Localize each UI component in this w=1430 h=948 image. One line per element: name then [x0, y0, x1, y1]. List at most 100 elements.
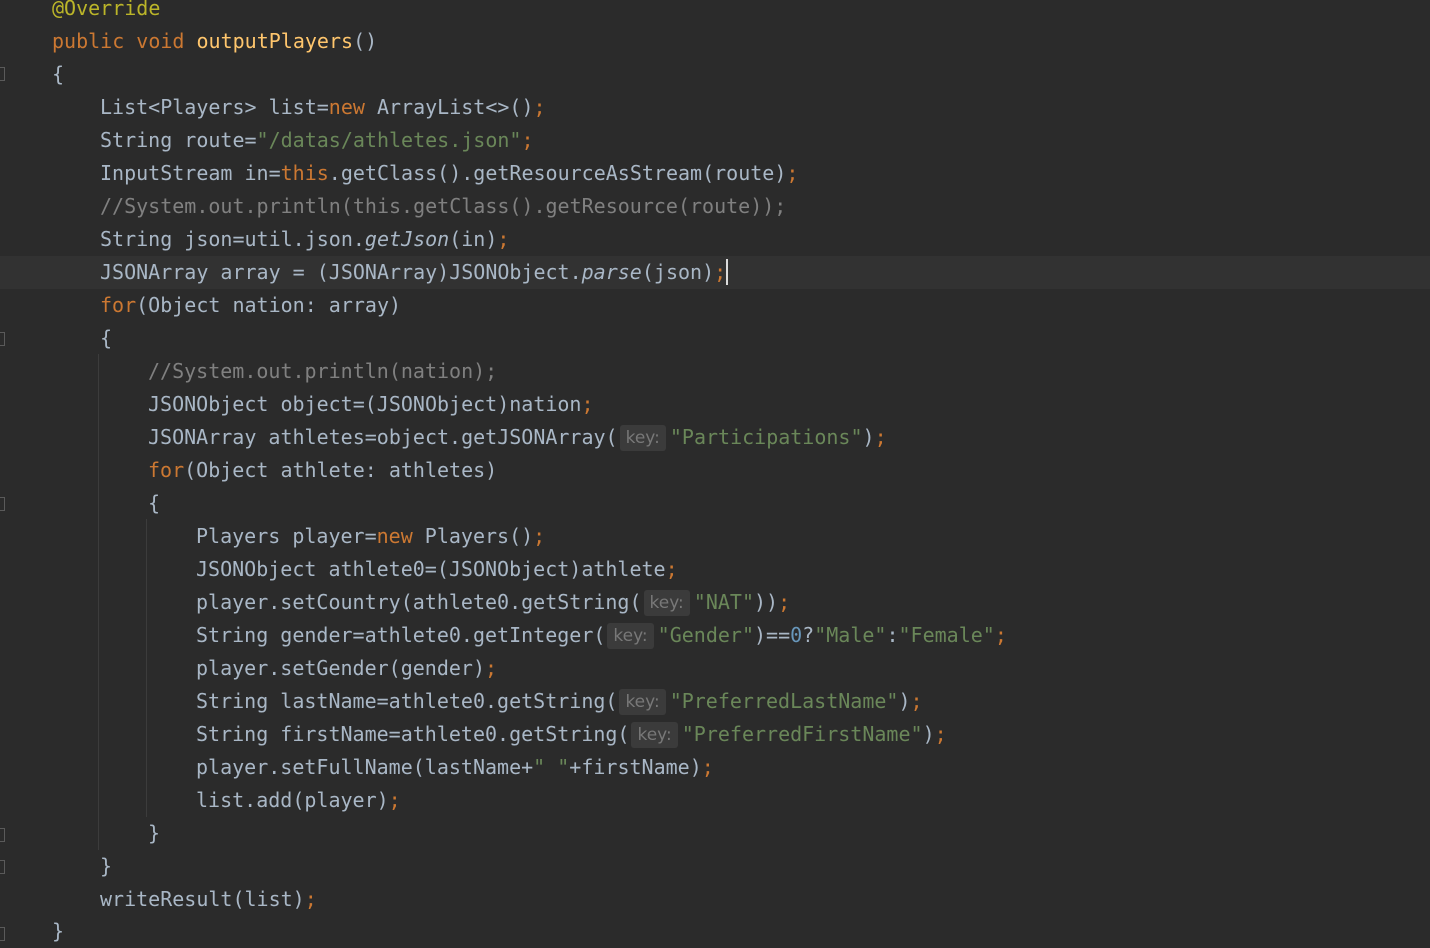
method-name: outputPlayers: [196, 29, 354, 53]
text-caret: [726, 259, 729, 285]
code-text: String lastName=athlete0.getString(: [196, 689, 618, 713]
semicolon: ;: [910, 689, 923, 713]
code-line[interactable]: Players player=new Players();: [0, 520, 1430, 553]
open-brace: {: [148, 491, 161, 515]
code-line[interactable]: }: [0, 915, 1430, 948]
code-text: player.setCountry(athlete0.getString(: [196, 590, 642, 614]
comment: //System.out.println(nation);: [148, 359, 498, 383]
code-line[interactable]: String lastName=athlete0.getString(key: "…: [0, 685, 1430, 718]
keyword: public: [52, 29, 125, 53]
open-brace: {: [52, 62, 65, 86]
keyword: for: [100, 293, 137, 317]
parameter-hint: key:: [643, 590, 690, 616]
parameter-hint: key:: [607, 623, 654, 649]
code-text: :: [886, 623, 899, 647]
close-brace: }: [148, 821, 161, 845]
static-method-call: parse: [581, 260, 642, 284]
code-line[interactable]: JSONArray athletes=object.getJSONArray(k…: [0, 421, 1430, 454]
code-line[interactable]: player.setGender(gender);: [0, 652, 1430, 685]
semicolon: ;: [581, 392, 594, 416]
code-line[interactable]: String json=util.json.getJson(in);: [0, 223, 1430, 256]
code-line[interactable]: }: [0, 817, 1430, 850]
string-literal: "Female": [898, 623, 995, 647]
semicolon: ;: [701, 755, 714, 779]
semicolon: ;: [497, 227, 510, 251]
semicolon: ;: [533, 524, 546, 548]
code-line[interactable]: InputStream in=this.getClass().getResour…: [0, 157, 1430, 190]
semicolon: ;: [521, 128, 534, 152]
code-line[interactable]: public void outputPlayers(): [0, 25, 1430, 58]
code-text: (json): [641, 260, 715, 284]
code-text: JSONObject object=(JSONObject)nation: [148, 392, 582, 416]
code-text: JSONArray athletes=object.getJSONArray(: [148, 425, 618, 449]
code-line[interactable]: {: [0, 487, 1430, 520]
code-text: ): [898, 689, 911, 713]
code-editor[interactable]: @Override public void outputPlayers() { …: [0, 0, 1430, 948]
semicolon: ;: [874, 425, 887, 449]
code-text: String gender=athlete0.getInteger(: [196, 623, 606, 647]
code-text: String firstName=athlete0.getString(: [196, 722, 630, 746]
code-line[interactable]: {: [0, 322, 1430, 355]
number-literal: 0: [790, 623, 803, 647]
keyword: new: [328, 95, 365, 119]
code-line[interactable]: String route="/datas/athletes.json";: [0, 124, 1430, 157]
code-line[interactable]: for(Object nation: array): [0, 289, 1430, 322]
code-text: InputStream in=: [100, 161, 281, 185]
code-text: String route=: [100, 128, 257, 152]
parameter-hint: key:: [619, 425, 666, 451]
string-literal: "Gender": [657, 623, 754, 647]
code-text: (): [353, 29, 378, 53]
code-line[interactable]: String gender=athlete0.getInteger(key: "G…: [0, 619, 1430, 652]
semicolon: ;: [778, 590, 791, 614]
code-text: ?: [802, 623, 815, 647]
code-line[interactable]: writeResult(list);: [0, 883, 1430, 916]
code-text: +firstName): [569, 755, 702, 779]
code-line[interactable]: }: [0, 850, 1430, 883]
code-text: list.add(player): [196, 788, 389, 812]
semicolon: ;: [533, 95, 546, 119]
code-line[interactable]: //System.out.println(nation);: [0, 355, 1430, 388]
code-line[interactable]: //System.out.println(this.getClass().get…: [0, 190, 1430, 223]
semicolon: ;: [665, 557, 678, 581]
code-text: JSONArray array = (JSONArray)JSONObject.: [100, 260, 582, 284]
static-method-call: getJson: [364, 227, 450, 251]
code-line[interactable]: {: [0, 58, 1430, 91]
code-text: Players(): [412, 524, 534, 548]
semicolon: ;: [786, 161, 799, 185]
code-text: (in): [449, 227, 498, 251]
parameter-hint: key:: [631, 722, 678, 748]
code-text: JSONObject athlete0=(JSONObject)athlete: [196, 557, 666, 581]
code-line[interactable]: List<Players> list=new ArrayList<>();: [0, 91, 1430, 124]
code-text: Players player=: [196, 524, 377, 548]
code-text: (Object nation: array): [136, 293, 402, 317]
code-line[interactable]: for(Object athlete: athletes): [0, 454, 1430, 487]
code-line[interactable]: JSONObject object=(JSONObject)nation;: [0, 388, 1430, 421]
string-literal: "NAT": [693, 590, 754, 614]
annotation: @Override: [52, 0, 161, 20]
string-literal: "Participations": [669, 425, 863, 449]
code-line[interactable]: String firstName=athlete0.getString(key:…: [0, 718, 1430, 751]
code-text: (Object athlete: athletes): [184, 458, 498, 482]
comment: //System.out.println(this.getClass().get…: [100, 194, 787, 218]
code-text: ): [862, 425, 875, 449]
open-brace: {: [100, 326, 113, 350]
code-text: String json=util.json.: [100, 227, 365, 251]
code-line[interactable]: @Override: [0, 0, 1430, 25]
semicolon: ;: [994, 623, 1007, 647]
code-text: )==: [753, 623, 791, 647]
code-text: writeResult(list): [100, 887, 305, 911]
code-line[interactable]: list.add(player);: [0, 784, 1430, 817]
code-line[interactable]: player.setFullName(lastName+" "+firstNam…: [0, 751, 1430, 784]
close-brace: }: [100, 854, 113, 878]
semicolon: ;: [934, 722, 947, 746]
keyword: for: [148, 458, 185, 482]
code-line[interactable]: player.setCountry(athlete0.getString(key…: [0, 586, 1430, 619]
code-text: List<Players> list=: [100, 95, 329, 119]
code-text: )): [754, 590, 779, 614]
semicolon: ;: [484, 656, 498, 680]
code-text: player.setFullName(lastName+: [196, 755, 534, 779]
keyword: new: [376, 524, 413, 548]
code-line[interactable]: JSONObject athlete0=(JSONObject)athlete;: [0, 553, 1430, 586]
string-literal: "PreferredLastName": [669, 689, 899, 713]
code-line-current[interactable]: JSONArray array = (JSONArray)JSONObject.…: [0, 256, 1430, 289]
